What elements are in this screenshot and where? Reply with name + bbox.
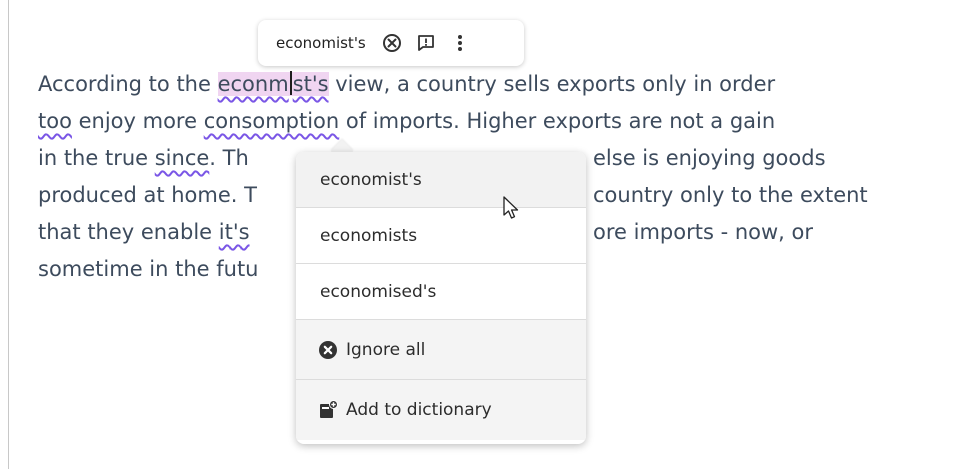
text-run: . Th [209, 146, 249, 170]
misspelled-word[interactable]: it's [219, 220, 250, 244]
text-run: sometime in the futu [38, 257, 259, 281]
misspelled-word[interactable]: too [38, 109, 72, 133]
more-vertical-icon[interactable] [448, 31, 472, 55]
suggestion-item[interactable]: economist's [296, 152, 586, 208]
text-run: enjoy more [71, 109, 204, 133]
ignore-icon [318, 340, 338, 360]
suggested-word[interactable]: economist's [276, 34, 366, 52]
text-caret [289, 71, 292, 95]
mouse-pointer-icon [503, 196, 519, 219]
ignore-all-label: Ignore all [346, 339, 426, 360]
misspelled-word[interactable]: since [155, 146, 210, 170]
text-run: that they enable [38, 220, 219, 244]
text-run: country only to the extent [593, 183, 868, 207]
ignore-all-button[interactable]: Ignore all [296, 320, 586, 380]
text-run: view, a country sells exports only in or… [328, 72, 776, 96]
suggestions-dropdown: economist's economists economised's Igno… [296, 152, 586, 444]
text-run: According to the [38, 72, 218, 96]
text-run: else is enjoying goods [593, 146, 826, 170]
text-run: produced at home. T [38, 183, 257, 207]
spellcheck-toolbar: economist's [258, 20, 524, 66]
misspelled-word[interactable]: consomption [204, 109, 340, 133]
misspelled-word-active[interactable]: econm st's [217, 71, 329, 96]
text-run: of imports. Higher exports are not a gai… [339, 109, 776, 133]
suggestion-item[interactable]: economists [296, 208, 586, 264]
text-run: in the true [38, 146, 155, 170]
text-run: econm [217, 72, 289, 96]
add-to-dictionary-button[interactable]: Add to dictionary [296, 380, 586, 440]
dismiss-circle-icon[interactable] [380, 31, 404, 55]
text-line-2: too enjoy more consomption of imports. H… [38, 103, 938, 140]
suggestion-item[interactable]: economised's [296, 264, 586, 320]
text-run: ore imports - now, or [593, 220, 813, 244]
report-icon[interactable] [414, 31, 438, 55]
text-line-1: According to the econm st's view, a count… [38, 66, 938, 103]
add-to-dictionary-label: Add to dictionary [346, 400, 492, 420]
text-run: st's [292, 72, 329, 96]
dictionary-add-icon [318, 400, 338, 420]
